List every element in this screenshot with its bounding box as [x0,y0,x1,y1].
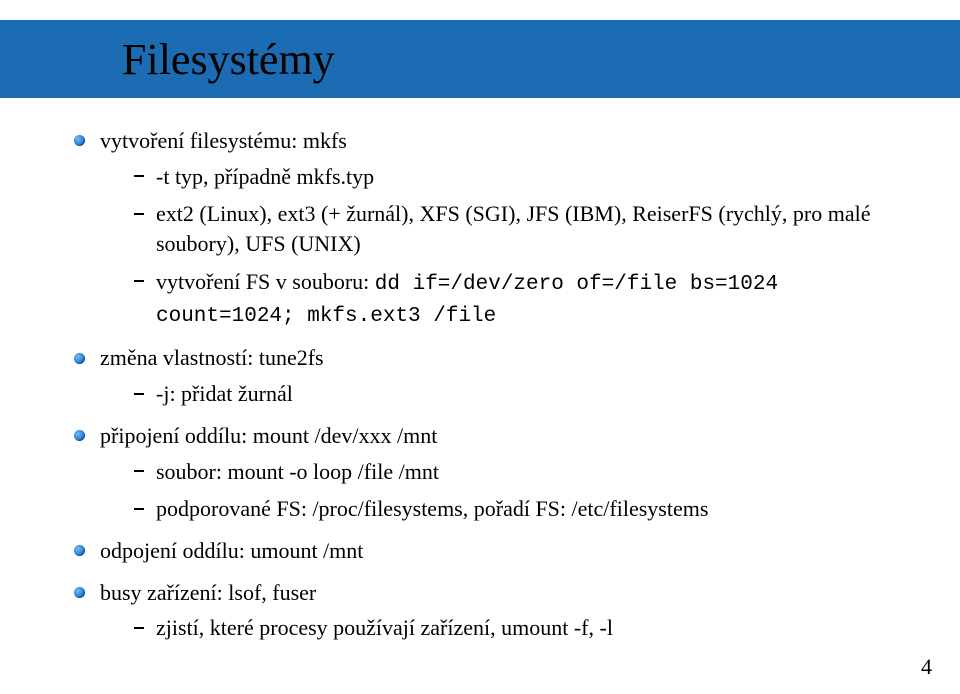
list-item: odpojení oddílu: umount /mnt [74,536,904,566]
item-text: podporované FS: /proc/filesystems, pořad… [156,496,708,521]
bullet-icon [74,135,85,146]
dash-icon [134,393,144,395]
dash-icon [134,627,144,629]
dash-icon [134,175,144,177]
list-item: -j: přidat žurnál [134,379,904,409]
item-text: ext2 (Linux), ext3 (+ žurnál), XFS (SGI)… [156,201,870,256]
list-item: zjistí, které procesy používají zařízení… [134,613,904,643]
dash-icon [134,470,144,472]
dash-icon [134,280,144,282]
item-text: změna vlastností: tune2fs [100,345,324,370]
item-text: -t typ, případně mkfs.typ [156,164,374,189]
list-item: vytvoření FS v souboru: dd if=/dev/zero … [134,267,904,332]
item-text: připojení oddílu: mount /dev/xxx /mnt [100,423,437,448]
list-item: připojení oddílu: mount /dev/xxx /mnt so… [74,421,904,524]
list-item: busy zařízení: lsof, fuser zjistí, které… [74,578,904,643]
list-item: vytvoření filesystému: mkfs -t typ, příp… [74,126,904,331]
item-text: vytvoření FS v souboru: dd if=/dev/zero … [156,269,778,326]
item-text: odpojení oddílu: umount /mnt [100,538,363,563]
list-item: -t typ, případně mkfs.typ [134,162,904,192]
slide-title: Filesystémy [122,34,335,85]
list-item: soubor: mount -o loop /file /mnt [134,457,904,487]
title-bar: Filesystémy [0,20,960,98]
bullet-icon [74,353,85,364]
item-text: busy zařízení: lsof, fuser [100,580,316,605]
page-number: 4 [921,654,932,680]
item-text: soubor: mount -o loop /file /mnt [156,459,439,484]
list-item: podporované FS: /proc/filesystems, pořad… [134,494,904,524]
bullet-icon [74,430,85,441]
item-text: vytvoření filesystému: mkfs [100,128,347,153]
item-text: zjistí, které procesy používají zařízení… [156,615,613,640]
dash-icon [134,213,144,215]
list-item: ext2 (Linux), ext3 (+ žurnál), XFS (SGI)… [134,199,904,258]
dash-icon [134,508,144,510]
bullet-icon [74,587,85,598]
bullet-icon [74,545,85,556]
list-item: změna vlastností: tune2fs -j: přidat žur… [74,343,904,408]
slide-body: vytvoření filesystému: mkfs -t typ, příp… [74,126,904,655]
item-text: -j: přidat žurnál [156,381,293,406]
